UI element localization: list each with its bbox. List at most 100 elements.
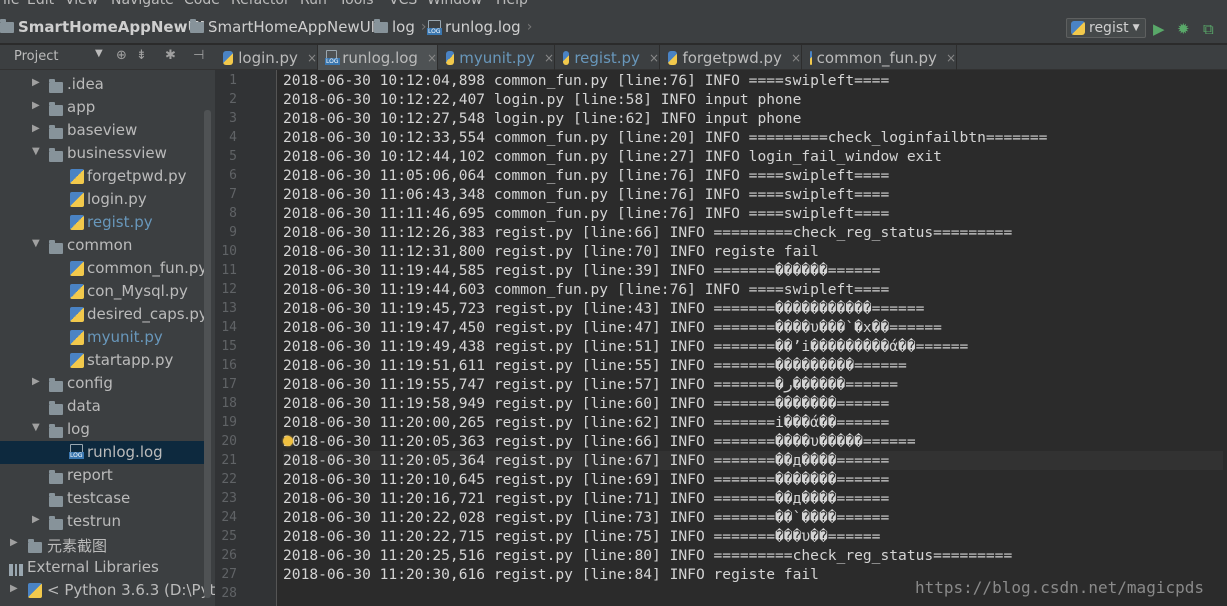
project-tree-scrollbar[interactable] [204, 110, 211, 598]
log-line[interactable]: 2018-06-30 11:19:51,611 regist.py [line:… [283, 356, 1223, 375]
project-panel-title[interactable]: Project [14, 49, 58, 64]
breadcrumb-folder[interactable]: log › [374, 18, 426, 36]
log-line[interactable]: 2018-06-30 11:20:00,265 regist.py [line:… [283, 413, 1223, 432]
close-icon[interactable]: × [946, 51, 956, 65]
hide-icon[interactable]: ⊣ [193, 48, 204, 63]
tree-item-testrun[interactable]: ▶ testrun [0, 510, 204, 533]
lightbulb-icon[interactable] [283, 436, 293, 446]
log-line[interactable]: 2018-06-30 11:20:22,715 regist.py [line:… [283, 527, 1223, 546]
menu-edit[interactable]: Edit [27, 0, 54, 8]
log-line[interactable]: 2018-06-30 10:12:22,407 login.py [line:5… [283, 90, 1223, 109]
chevron-right-icon[interactable]: ▶ [32, 376, 40, 387]
gear-icon[interactable]: ✱ [165, 48, 176, 63]
close-icon[interactable]: × [649, 51, 659, 65]
tree-item-runlog[interactable]: runlog.log [0, 441, 204, 464]
menu-navigate[interactable]: Navigate [111, 0, 174, 8]
tab-myunit[interactable]: myunit.py × [438, 45, 555, 70]
debug-icon[interactable]: ✹ [1177, 20, 1190, 38]
chevron-right-icon[interactable]: ▶ [10, 583, 18, 594]
menu-run[interactable]: Run [300, 0, 327, 8]
tree-item-data[interactable]: data [0, 395, 204, 418]
tab-forgetpwd[interactable]: forgetpwd.py × [660, 45, 802, 70]
chevron-down-icon[interactable]: ▼ [32, 422, 40, 433]
breadcrumb-file[interactable]: runlog.log › [427, 18, 532, 36]
tree-item-screenshots[interactable]: ▶ 元素截图 [0, 533, 204, 556]
log-line[interactable]: 2018-06-30 11:19:45,723 regist.py [line:… [283, 299, 1223, 318]
tree-item-businessview[interactable]: ▼ businessview [0, 142, 204, 165]
run-icon[interactable]: ▶ [1153, 20, 1165, 38]
log-line[interactable]: 2018-06-30 11:19:58,949 regist.py [line:… [283, 394, 1223, 413]
chevron-down-icon[interactable]: ▼ [32, 238, 40, 249]
log-line[interactable]: 2018-06-30 10:12:33,554 common_fun.py [l… [283, 128, 1223, 147]
tab-login[interactable]: login.py × [215, 45, 318, 70]
menu-vcs[interactable]: VCS [389, 0, 417, 8]
tree-item-regist[interactable]: regist.py [0, 211, 204, 234]
chevron-right-icon[interactable]: ▶ [32, 514, 40, 525]
tree-item-python-sdk[interactable]: ▶ < Python 3.6.3 (D:\Python [0, 579, 215, 602]
close-icon[interactable]: × [307, 51, 317, 65]
log-line[interactable]: 2018-06-30 10:12:44,102 common_fun.py [l… [283, 147, 1223, 166]
tree-item-con-mysql[interactable]: con_Mysql.py [0, 280, 204, 303]
tree-item-common-fun[interactable]: common_fun.py [0, 257, 207, 280]
close-icon[interactable]: × [427, 51, 437, 65]
python-file-icon [70, 169, 84, 184]
tree-item-myunit[interactable]: myunit.py [0, 326, 204, 349]
log-line[interactable]: 2018-06-30 11:12:26,383 regist.py [line:… [283, 223, 1223, 242]
chevron-right-icon[interactable]: ▶ [10, 537, 18, 548]
menu-file[interactable]: File [0, 0, 19, 8]
log-line[interactable]: 2018-06-30 11:19:55,747 regist.py [line:… [283, 375, 1223, 394]
tab-runlog[interactable]: runlog.log × [318, 45, 438, 70]
chevron-right-icon[interactable]: ▶ [32, 100, 40, 111]
run-config-select[interactable]: regist ▼ [1066, 18, 1146, 38]
log-line[interactable]: 2018-06-30 11:06:43,348 common_fun.py [l… [283, 185, 1223, 204]
chevron-down-icon[interactable]: ▼ [32, 146, 40, 157]
menu-help[interactable]: Help [496, 0, 528, 8]
tree-item-testcase[interactable]: testcase [0, 487, 204, 510]
tree-item-startapp[interactable]: startapp.py [0, 349, 204, 372]
log-line-current[interactable]: 2018-06-30 11:20:05,364 regist.py [line:… [283, 451, 1223, 470]
tree-item-common[interactable]: ▼ common [0, 234, 204, 257]
tree-item-external-libraries[interactable]: External Libraries [0, 556, 204, 579]
log-line[interactable]: 2018-06-30 11:19:44,603 common_fun.py [l… [283, 280, 1223, 299]
breadcrumb-project-root[interactable]: SmartHomeAppNewUI › [0, 18, 217, 36]
breadcrumb-project[interactable]: SmartHomeAppNewUI › [190, 18, 387, 36]
log-line[interactable]: 2018-06-30 11:19:44,585 regist.py [line:… [283, 261, 1223, 280]
menu-tools[interactable]: Tools [339, 0, 374, 8]
log-line[interactable]: 2018-06-30 11:19:49,438 regist.py [line:… [283, 337, 1223, 356]
log-line[interactable]: 2018-06-30 11:05:06,064 common_fun.py [l… [283, 166, 1223, 185]
close-icon[interactable]: × [544, 51, 554, 65]
menu-view[interactable]: View [65, 0, 98, 8]
log-line[interactable]: 2018-06-30 11:20:16,721 regist.py [line:… [283, 489, 1223, 508]
log-line[interactable]: 2018-06-30 11:20:22,028 regist.py [line:… [283, 508, 1223, 527]
tree-item-forgetpwd[interactable]: forgetpwd.py [0, 165, 204, 188]
menu-refactor[interactable]: Refactor [231, 0, 290, 8]
dropdown-arrow-icon[interactable]: ▼ [95, 48, 103, 59]
log-line[interactable]: 2018-06-30 11:19:47,450 regist.py [line:… [283, 318, 1223, 337]
chevron-right-icon[interactable]: ▶ [32, 123, 40, 134]
tab-regist[interactable]: regist.py × [555, 45, 660, 70]
tree-item-desired-caps[interactable]: desired_caps.py [0, 303, 208, 326]
tree-item-report[interactable]: report [0, 464, 204, 487]
log-line[interactable]: 2018-06-30 10:12:04,898 common_fun.py [l… [283, 71, 1223, 90]
chevron-right-icon[interactable]: ▶ [32, 77, 40, 88]
tree-item-app[interactable]: ▶ app [0, 96, 204, 119]
coverage-icon[interactable]: ⧉ [1203, 20, 1214, 38]
tree-item-log[interactable]: ▼ log [0, 418, 204, 441]
tree-item-baseview[interactable]: ▶ baseview [0, 119, 204, 142]
log-line[interactable]: 2018-06-30 11:20:25,516 regist.py [line:… [283, 546, 1223, 565]
log-line[interactable]: 2018-06-30 11:20:10,645 regist.py [line:… [283, 470, 1223, 489]
tab-common-fun[interactable]: common_fun.py × [802, 45, 957, 70]
log-line[interactable]: 2018-06-30 10:12:27,548 login.py [line:6… [283, 109, 1223, 128]
target-icon[interactable]: ⊕ [116, 48, 127, 63]
tree-item-login[interactable]: login.py [0, 188, 204, 211]
collapse-icon[interactable]: ⇟ [136, 48, 147, 63]
menu-window[interactable]: Window [427, 0, 482, 8]
tree-item-idea[interactable]: ▶ .idea [0, 73, 204, 96]
close-icon[interactable]: × [791, 51, 801, 65]
tree-item-config[interactable]: ▶ config [0, 372, 204, 395]
menu-code[interactable]: Code [184, 0, 220, 8]
log-editor[interactable]: 2018-06-30 10:12:04,898 common_fun.py [l… [277, 70, 1227, 606]
log-line[interactable]: 2018-06-30 11:12:31,800 regist.py [line:… [283, 242, 1223, 261]
log-line[interactable]: 2018-06-30 11:11:46,695 common_fun.py [l… [283, 204, 1223, 223]
log-line[interactable]: 2018-06-30 11:20:05,363 regist.py [line:… [283, 432, 1223, 451]
